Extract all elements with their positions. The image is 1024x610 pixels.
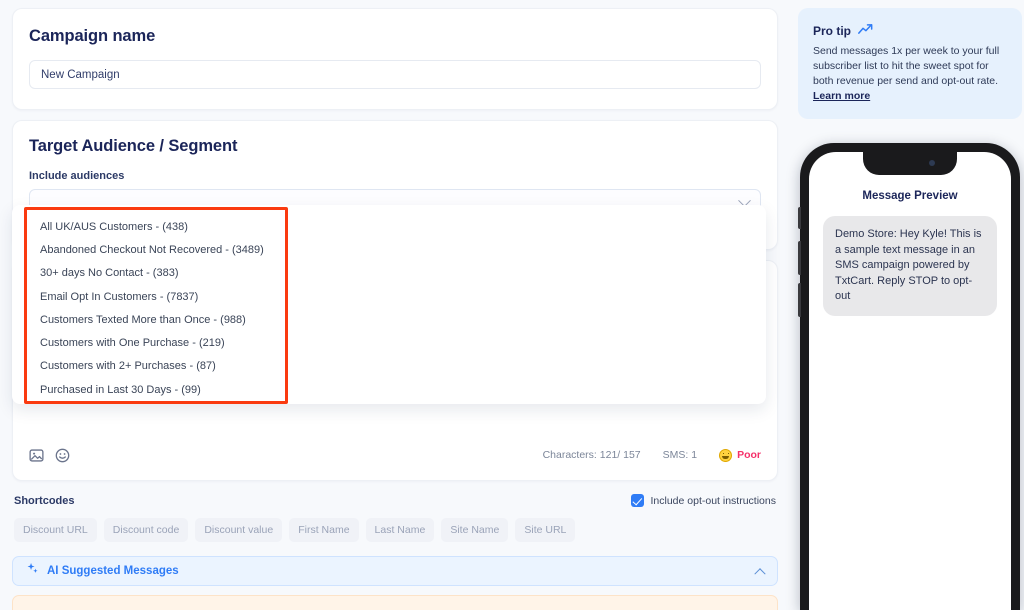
include-audiences-label: Include audiences — [29, 170, 125, 182]
chevron-up-icon[interactable] — [754, 568, 766, 580]
dropdown-option[interactable]: Customers with 2+ Purchases - (87) — [12, 355, 766, 378]
dropdown-option[interactable]: Abandoned Checkout Not Recovered - (3489… — [12, 238, 766, 261]
message-preview-title: Message Preview — [862, 190, 958, 202]
pro-tip-text: Send messages 1x per week to your full s… — [813, 45, 1000, 87]
sidebar-column: Pro tip Send messages 1x per week to you… — [798, 8, 1022, 119]
phone-notch — [863, 152, 957, 175]
ai-bar-left: AI Suggested Messages — [26, 562, 179, 580]
optout-checkbox[interactable] — [630, 494, 644, 507]
shortcode-chip[interactable]: Discount value — [195, 518, 283, 542]
shortcodes-label: Shortcodes — [14, 494, 75, 507]
bottom-partial-panel — [12, 595, 778, 610]
campaign-name-card: Campaign name New Campaign — [12, 8, 778, 110]
pro-tip-title: Pro tip — [813, 24, 851, 38]
trending-up-icon — [858, 22, 873, 40]
shortcode-chip[interactable]: Site URL — [515, 518, 576, 542]
composer-toolbar: Characters: 121/ 157 SMS: 1 Poor — [29, 444, 761, 466]
learn-more-link[interactable]: Learn more — [813, 90, 870, 102]
dropdown-option[interactable]: Customers Texted More than Once - (988) — [12, 308, 766, 331]
shortcode-chip-list: Discount URL Discount code Discount valu… — [12, 518, 778, 542]
character-count: Characters: 121/ 157 — [542, 449, 641, 461]
shortcode-chip[interactable]: Discount URL — [14, 518, 97, 542]
campaign-name-value: New Campaign — [41, 68, 120, 81]
shortcode-chip[interactable]: Site Name — [441, 518, 509, 542]
image-icon[interactable] — [29, 448, 44, 463]
pro-tip-body: Send messages 1x per week to your full s… — [813, 44, 1007, 104]
shortcode-chip[interactable]: Last Name — [365, 518, 435, 542]
quality-label: Poor — [737, 449, 761, 461]
quality-indicator: Poor — [719, 448, 761, 462]
optout-toggle[interactable]: Include opt-out instructions — [630, 494, 777, 507]
grimacing-face-icon — [719, 448, 733, 462]
phone-volume-up-button — [798, 241, 801, 275]
message-preview-bubble: Demo Store: Hey Kyle! This is a sample t… — [823, 216, 997, 316]
target-audience-title: Target Audience / Segment — [29, 137, 238, 155]
composer-meta: Characters: 121/ 157 SMS: 1 Poor — [542, 448, 761, 462]
optout-label: Include opt-out instructions — [650, 494, 777, 507]
phone-volume-down-button — [798, 283, 801, 317]
dropdown-option[interactable]: 30+ days No Contact - (383) — [12, 262, 766, 285]
shortcodes-header: Shortcodes Include opt-out instructions — [12, 494, 778, 507]
dropdown-option[interactable]: Email Opt In Customers - (7837) — [12, 285, 766, 308]
composer-icon-group — [29, 448, 70, 463]
emoji-icon[interactable] — [55, 448, 70, 463]
ai-suggested-messages-bar[interactable]: AI Suggested Messages — [12, 556, 778, 586]
campaign-name-input[interactable]: New Campaign — [29, 60, 761, 89]
pro-tip-card: Pro tip Send messages 1x per week to you… — [798, 8, 1022, 119]
shortcode-chip[interactable]: Discount code — [103, 518, 189, 542]
include-audiences-dropdown[interactable]: All UK/AUS Customers - (438) Abandoned C… — [12, 205, 766, 404]
pro-tip-header: Pro tip — [813, 22, 1007, 40]
dropdown-option[interactable]: Customers with One Purchase - (219) — [12, 331, 766, 354]
dropdown-option[interactable]: Purchased in Last 30 Days - (99) — [12, 378, 766, 401]
campaign-name-title: Campaign name — [29, 27, 156, 45]
dropdown-option[interactable]: All UK/AUS Customers - (438) — [12, 215, 766, 238]
sparkle-icon — [26, 562, 39, 580]
ai-suggested-messages-label: AI Suggested Messages — [47, 565, 179, 577]
phone-preview-frame: Message Preview Demo Store: Hey Kyle! Th… — [798, 143, 1020, 610]
phone-screen: Message Preview Demo Store: Hey Kyle! Th… — [809, 152, 1011, 610]
shortcode-chip[interactable]: First Name — [289, 518, 359, 542]
sms-count: SMS: 1 — [662, 449, 698, 461]
phone-mute-button — [798, 207, 801, 229]
